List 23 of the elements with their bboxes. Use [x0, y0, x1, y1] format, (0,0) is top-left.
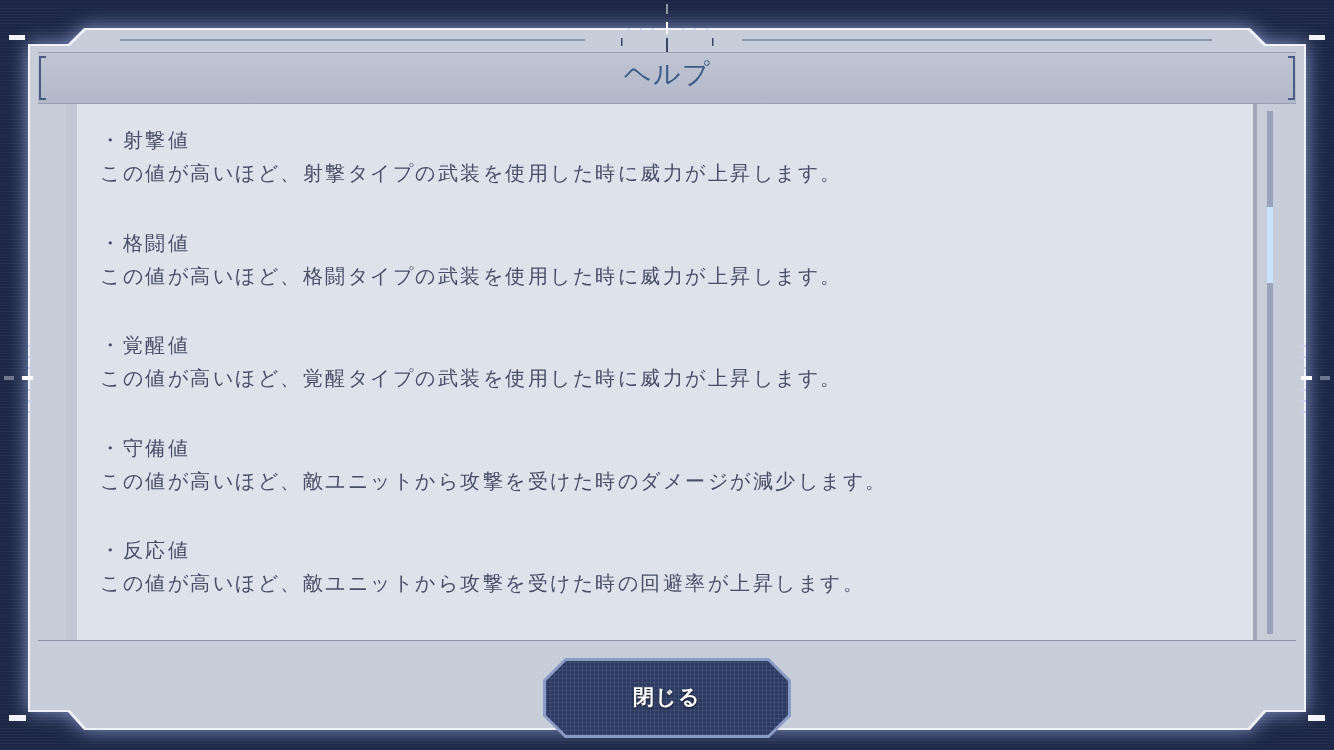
tick-marks-icon: [621, 4, 714, 52]
corner-mark-icon: [9, 715, 26, 721]
help-heading: ・格闘値: [100, 229, 191, 257]
scrollbar-thumb[interactable]: [1267, 207, 1273, 283]
help-description: この値が高いほど、格闘タイプの武装を使用した時に威力が上昇します。: [100, 262, 844, 290]
close-button[interactable]: 閉じる: [543, 658, 791, 738]
help-description: この値が高いほど、覚醒タイプの武装を使用した時に威力が上昇します。: [100, 365, 844, 392]
tick-marks-icon: [1300, 343, 1330, 413]
help-description: この値が高いほど、敵ユニットから攻撃を受けた時の回避率が上昇します。: [100, 570, 866, 597]
bracket-icon: [39, 56, 46, 100]
scrollbar-track[interactable]: [1267, 111, 1273, 634]
help-description: この値が高いほど、敵ユニットから攻撃を受けた時のダメージが減少します。: [100, 467, 889, 495]
corner-mark-icon: [9, 35, 25, 40]
tick-marks-icon: [4, 343, 34, 413]
bracket-icon: [1288, 56, 1295, 100]
corner-mark-icon: [1309, 35, 1325, 40]
corner-mark-icon: [1308, 715, 1325, 721]
help-heading: ・射撃値: [100, 127, 191, 154]
dialog-title: ヘルプ: [623, 56, 711, 91]
help-heading: ・守備値: [100, 434, 191, 462]
help-description: この値が高いほど、射撃タイプの武装を使用した時に威力が上昇します。: [100, 160, 844, 187]
help-heading: ・覚醒値: [100, 332, 191, 359]
help-heading: ・反応値: [100, 537, 191, 564]
